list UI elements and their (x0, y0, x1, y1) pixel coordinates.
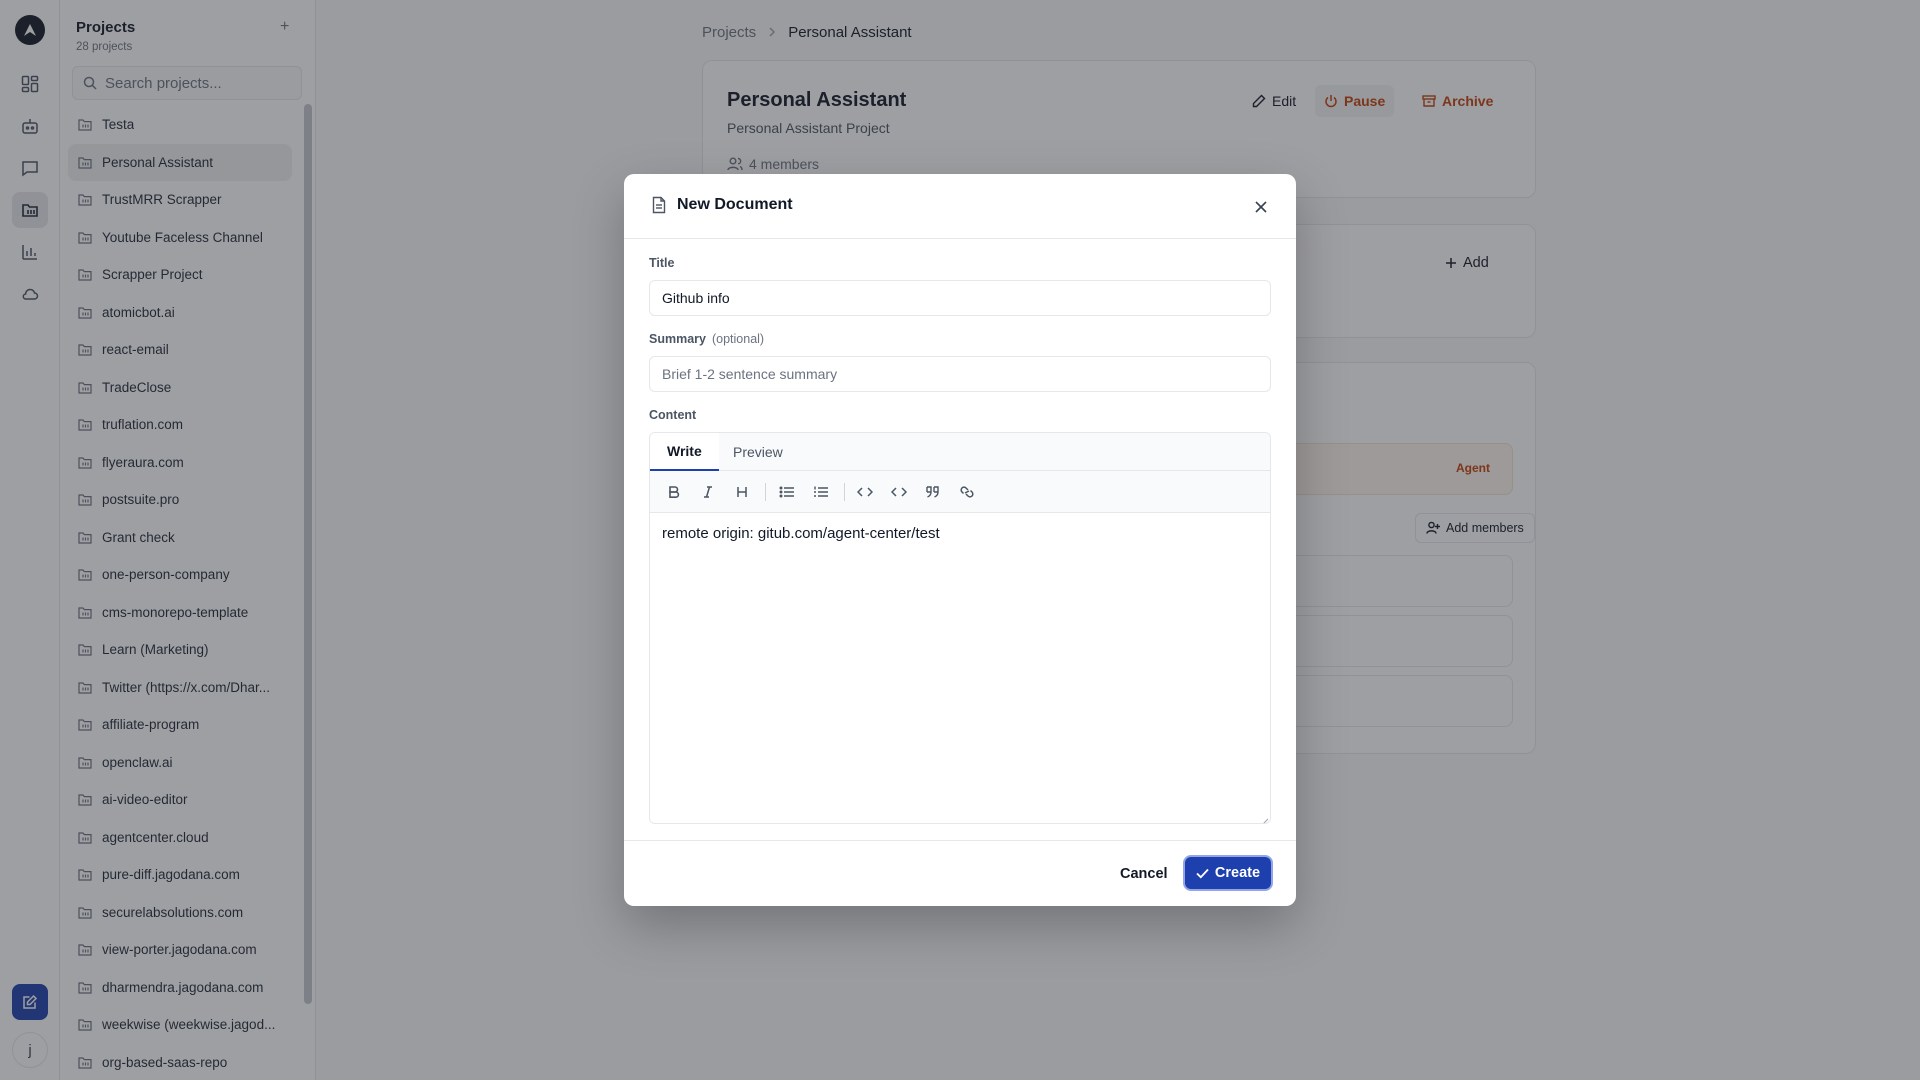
close-button[interactable] (1252, 198, 1270, 216)
bold-icon[interactable] (665, 483, 683, 501)
link-icon[interactable] (958, 483, 976, 501)
tab-preview[interactable]: Preview (716, 433, 800, 471)
italic-icon[interactable] (699, 483, 717, 501)
summary-optional: (optional) (711, 332, 765, 346)
content-textarea[interactable] (650, 513, 1270, 823)
close-icon (1255, 201, 1267, 213)
heading-icon[interactable] (733, 483, 751, 501)
code-block-icon[interactable] (890, 483, 908, 501)
toolbar-divider (844, 483, 845, 501)
dialog-title-text: New Document (677, 196, 793, 213)
dialog-header: New Document (624, 174, 1296, 239)
summary-label-text: Summary (649, 332, 706, 346)
numbered-list-icon[interactable] (812, 483, 830, 501)
create-button[interactable]: Create (1185, 857, 1271, 889)
dialog-footer: Cancel Create (624, 840, 1296, 906)
toolbar-divider (765, 483, 766, 501)
document-icon (652, 196, 666, 214)
formatting-toolbar (650, 471, 1270, 513)
check-icon (1196, 868, 1209, 878)
cancel-button[interactable]: Cancel (1110, 858, 1178, 890)
title-label: Title (649, 256, 675, 270)
tab-write[interactable]: Write (650, 433, 719, 471)
dialog-title: New Document (650, 196, 793, 214)
summary-input[interactable] (649, 356, 1271, 392)
quote-icon[interactable] (924, 483, 942, 501)
create-label: Create (1214, 865, 1261, 881)
bullet-list-icon[interactable] (778, 483, 796, 501)
resize-handle-icon[interactable] (1260, 813, 1269, 823)
editor-tabs: Write Preview (650, 433, 1270, 471)
content-label: Content (649, 408, 697, 422)
content-editor: Write Preview (649, 432, 1271, 824)
summary-label: Summary (optional) (649, 332, 764, 346)
title-input[interactable] (649, 280, 1271, 316)
inline-code-icon[interactable] (856, 483, 874, 501)
new-document-dialog: New Document Title Summary (optional) Con… (624, 174, 1296, 906)
